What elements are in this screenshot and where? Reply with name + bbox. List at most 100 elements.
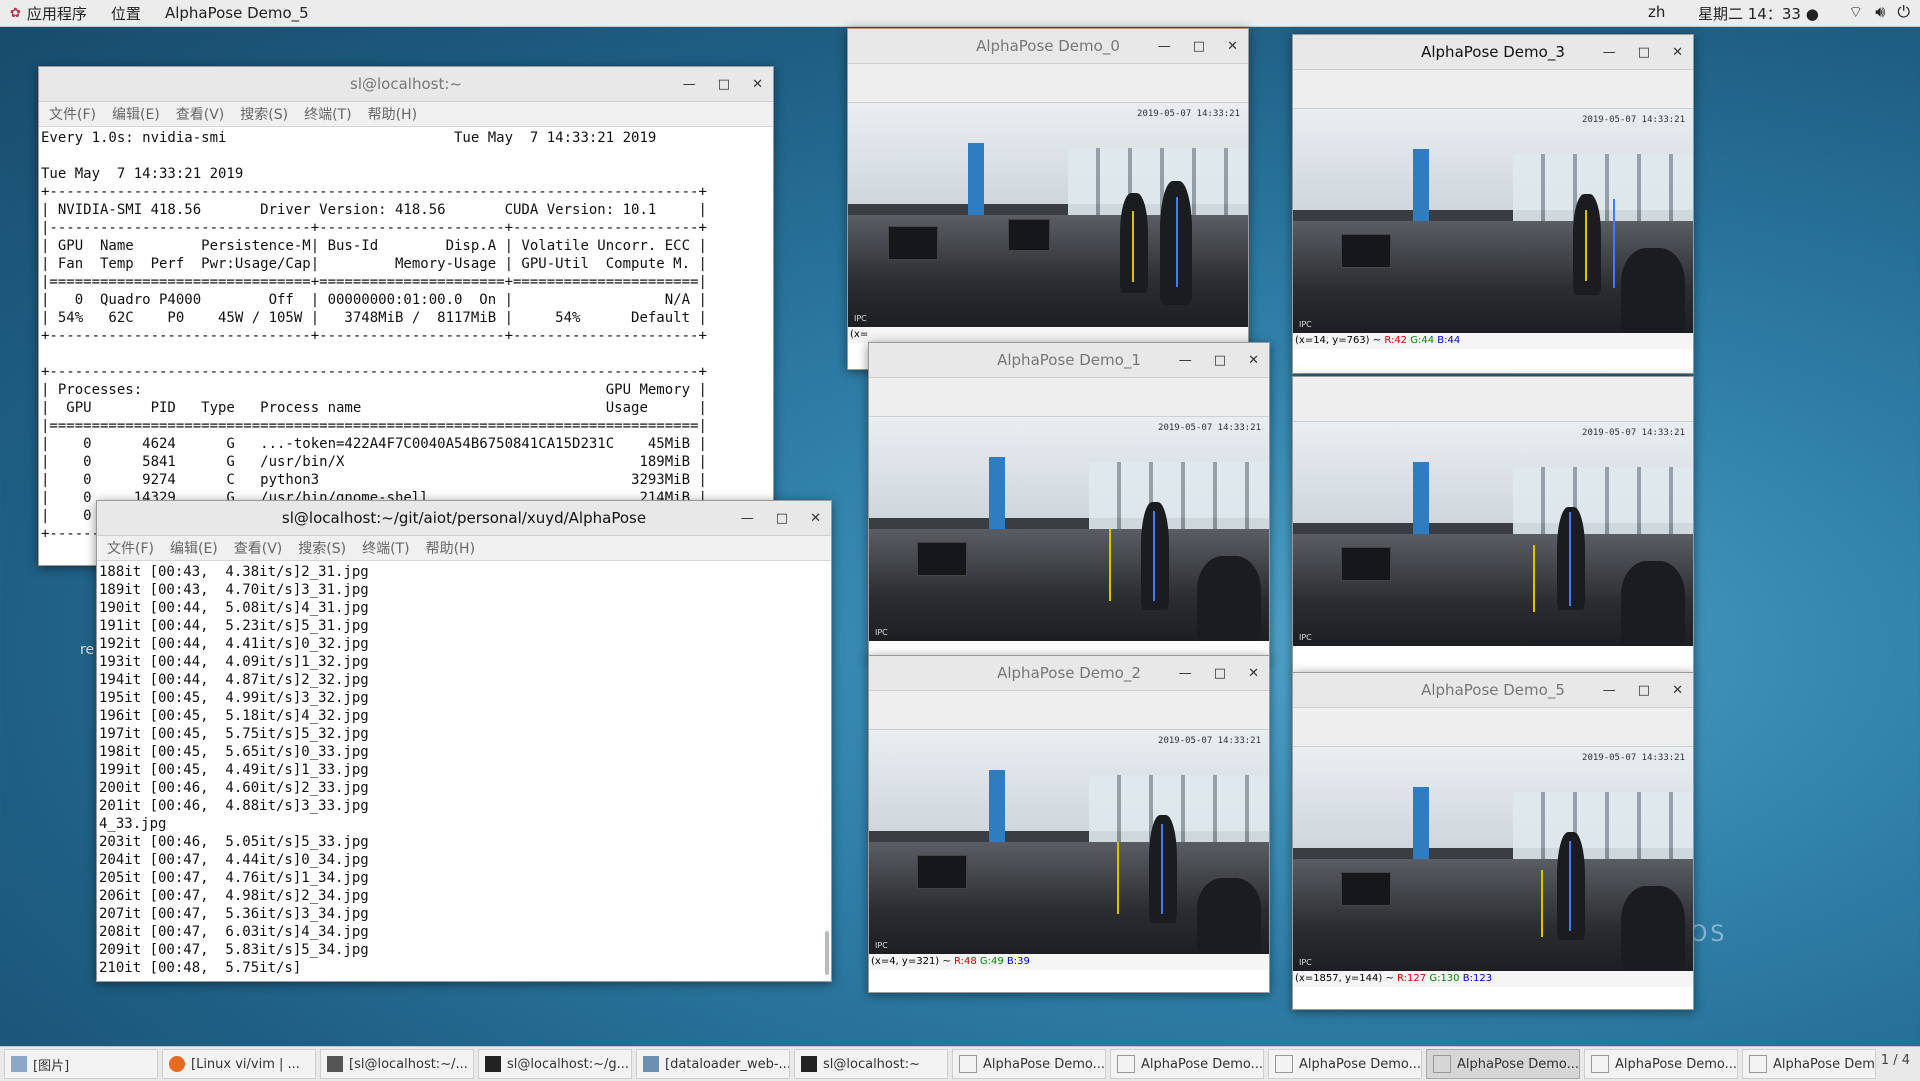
window-titlebar[interactable]: AlphaPose Demo_1 — □ ✕: [869, 343, 1269, 378]
close-icon[interactable]: ✕: [1248, 353, 1259, 368]
volume-icon: 🔊︎: [1875, 2, 1886, 21]
menu-edit[interactable]: 编辑(E): [112, 104, 160, 124]
menu-search[interactable]: 搜索(S): [298, 538, 346, 558]
terminal-icon: [801, 1056, 817, 1072]
window-icon: [1433, 1055, 1451, 1073]
active-window-label[interactable]: AlphaPose Demo_5: [165, 4, 309, 22]
menu-terminal[interactable]: 终端(T): [304, 104, 351, 124]
window-titlebar[interactable]: AlphaPose Demo_2 — □ ✕: [869, 656, 1269, 691]
places-menu[interactable]: 位置: [111, 3, 141, 24]
alphapose-demo-5-window[interactable]: AlphaPose Demo_5 — □ ✕ 2019-05-07 14:33:21…: [1292, 672, 1694, 1010]
task-item-terminal[interactable]: sl@localhost:~/g...: [478, 1049, 632, 1079]
maximize-icon[interactable]: □: [1638, 45, 1650, 60]
frame-timestamp: 2019-05-07 14:33:21: [1158, 736, 1261, 746]
menu-terminal[interactable]: 终端(T): [362, 538, 409, 558]
task-item-demo[interactable]: AlphaPose Demo...: [952, 1049, 1106, 1079]
input-language[interactable]: zh: [1648, 3, 1665, 21]
minimize-icon[interactable]: —: [1179, 666, 1192, 681]
maximize-icon[interactable]: □: [1638, 683, 1650, 698]
task-item-demo[interactable]: AlphaPose Demo...: [1110, 1049, 1264, 1079]
terminal-window-alphapose[interactable]: sl@localhost:~/git/aiot/personal/xuyd/Al…: [96, 500, 832, 982]
menu-view[interactable]: 查看(V): [176, 104, 225, 124]
frame-ipc-label: IPC: [1299, 320, 1312, 329]
terminal-window-nvidia-smi[interactable]: sl@localhost:~ — □ ✕ 文件(F) 编辑(E) 查看(V) 搜…: [38, 66, 774, 566]
close-icon[interactable]: ✕: [1672, 683, 1683, 698]
maximize-icon[interactable]: □: [718, 77, 730, 92]
task-item-editor[interactable]: [dataloader_web-...: [636, 1049, 790, 1079]
desktop-os-watermark: OS: [1690, 922, 1728, 947]
window-titlebar[interactable]: AlphaPose Demo_0 — □ ✕: [848, 29, 1248, 64]
window-titlebar[interactable]: sl@localhost:~ — □ ✕: [39, 67, 773, 102]
task-item-browser[interactable]: [Linux vi/vim | ...: [162, 1049, 316, 1079]
applications-menu[interactable]: ✿ 应用程序: [10, 3, 87, 24]
video-frame: 2019-05-07 14:33:21 IPC: [848, 103, 1248, 327]
menu-file[interactable]: 文件(F): [107, 538, 154, 558]
power-icon: ⏻: [1897, 2, 1910, 21]
task-item-demo[interactable]: AlphaPose Demo...: [1584, 1049, 1738, 1079]
video-frame: 2019-05-07 14:33:21 IPC: [1293, 422, 1693, 646]
window-titlebar[interactable]: sl@localhost:~/git/aiot/personal/xuyd/Al…: [97, 501, 831, 536]
menu-file[interactable]: 文件(F): [49, 104, 96, 124]
terminal-icon: [327, 1056, 343, 1072]
close-icon[interactable]: ✕: [1248, 666, 1259, 681]
menu-search[interactable]: 搜索(S): [240, 104, 288, 124]
minimize-icon[interactable]: —: [1179, 353, 1192, 368]
close-icon[interactable]: ✕: [1672, 45, 1683, 60]
window-list-taskbar: [图片] [Linux vi/vim | ... [sl@localhost:~…: [0, 1046, 1920, 1081]
alphapose-demo-0-window[interactable]: AlphaPose Demo_0 — □ ✕ 2019-05-07 14:33:21…: [847, 28, 1249, 370]
alphapose-demo-2-window[interactable]: AlphaPose Demo_2 — □ ✕ 2019-05-07 14:33:21…: [868, 655, 1270, 993]
terminal-icon: [485, 1056, 501, 1072]
minimize-icon[interactable]: —: [1158, 39, 1171, 54]
pixel-status: (x=4, y=321) ~ R:48 G:49 B:39: [869, 954, 1269, 970]
frame-timestamp: 2019-05-07 14:33:21: [1582, 428, 1685, 438]
maximize-icon[interactable]: □: [776, 511, 788, 526]
task-item-terminal[interactable]: [sl@localhost:~/...: [320, 1049, 474, 1079]
task-item-demo[interactable]: AlphaPose Demo...: [1742, 1049, 1876, 1079]
demo-toolbar: [1293, 377, 1693, 422]
demo-toolbar: [1293, 708, 1693, 747]
system-tray[interactable]: ⌔ 🔊︎ ⏻: [1848, 2, 1910, 22]
frame-timestamp: 2019-05-07 14:33:21: [1158, 423, 1261, 433]
close-icon[interactable]: ✕: [810, 511, 821, 526]
video-frame: 2019-05-07 14:33:21 IPC: [1293, 747, 1693, 971]
menu-edit[interactable]: 编辑(E): [170, 538, 218, 558]
frame-timestamp: 2019-05-07 14:33:21: [1137, 109, 1240, 119]
minimize-icon[interactable]: —: [1603, 45, 1616, 60]
task-item-demo[interactable]: AlphaPose Demo...: [1268, 1049, 1422, 1079]
window-titlebar[interactable]: AlphaPose Demo_3 — □ ✕: [1293, 35, 1693, 70]
minimize-icon[interactable]: —: [1603, 683, 1616, 698]
frame-timestamp: 2019-05-07 14:33:21: [1582, 753, 1685, 763]
clock[interactable]: 星期二 14：33 ●: [1698, 3, 1819, 24]
maximize-icon[interactable]: □: [1214, 353, 1226, 368]
close-icon[interactable]: ✕: [752, 77, 763, 92]
task-item-demo-active[interactable]: AlphaPose Demo...: [1426, 1049, 1580, 1079]
minimize-icon[interactable]: —: [683, 77, 696, 92]
alphapose-demo-4-window[interactable]: 2019-05-07 14:33:21 IPC: [1292, 376, 1694, 674]
window-icon: [1749, 1055, 1767, 1073]
frame-ipc-label: IPC: [875, 941, 888, 950]
terminal-scrollbar[interactable]: [825, 931, 829, 975]
window-icon: [959, 1055, 977, 1073]
maximize-icon[interactable]: □: [1193, 39, 1205, 54]
workspace-pager[interactable]: 1 / 4: [1881, 1053, 1910, 1068]
frame-timestamp: 2019-05-07 14:33:21: [1582, 115, 1685, 125]
window-icon: [1275, 1055, 1293, 1073]
terminal-output[interactable]: Every 1.0s: nvidia-smi Tue May 7 14:33:2…: [39, 127, 773, 561]
window-icon: [1117, 1055, 1135, 1073]
terminal-output[interactable]: 188it [00:43, 4.38it/s]2_31.jpg 189it [0…: [97, 561, 831, 983]
maximize-icon[interactable]: □: [1214, 666, 1226, 681]
alphapose-demo-3-window[interactable]: AlphaPose Demo_3 — □ ✕ 2019-05-07 14:33:21…: [1292, 34, 1694, 374]
alphapose-demo-1-window[interactable]: AlphaPose Demo_1 — □ ✕ 2019-05-07 14:33:21…: [868, 342, 1270, 662]
task-item-pictures[interactable]: [图片]: [4, 1049, 158, 1079]
frame-ipc-label: IPC: [875, 628, 888, 637]
minimize-icon[interactable]: —: [741, 511, 754, 526]
menu-view[interactable]: 查看(V): [234, 538, 283, 558]
demo-toolbar: [848, 64, 1248, 103]
task-item-terminal[interactable]: sl@localhost:~: [794, 1049, 948, 1079]
menu-help[interactable]: 帮助(H): [426, 538, 475, 558]
window-icon: [1591, 1055, 1609, 1073]
menu-help[interactable]: 帮助(H): [368, 104, 417, 124]
window-titlebar[interactable]: AlphaPose Demo_5 — □ ✕: [1293, 673, 1693, 708]
top-panel: ✿ 应用程序 位置 AlphaPose Demo_5 zh 星期二 14：33 …: [0, 0, 1920, 27]
close-icon[interactable]: ✕: [1227, 39, 1238, 54]
